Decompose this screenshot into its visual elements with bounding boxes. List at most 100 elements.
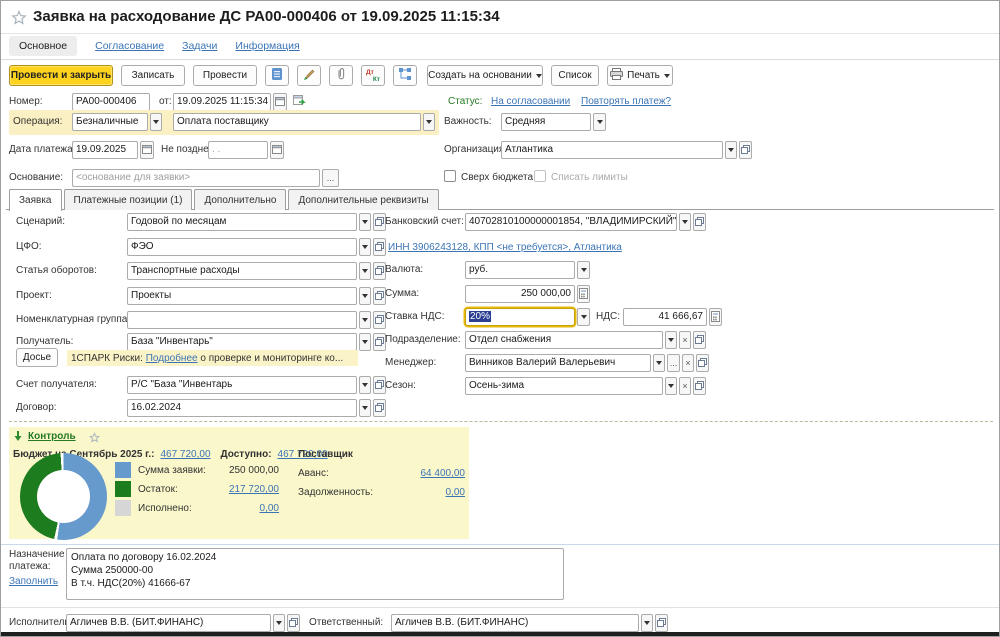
project-field[interactable]: Проекты [127, 287, 357, 305]
importance-dropdown[interactable] [593, 113, 606, 131]
manager-dropdown[interactable] [653, 354, 665, 372]
collapse-arrow-icon[interactable] [13, 430, 23, 445]
cfo-open-button[interactable] [373, 238, 386, 256]
tab-additional-attributes[interactable]: Дополнительные реквизиты [288, 189, 438, 210]
organization-field[interactable]: Атлантика [501, 141, 723, 159]
nav-tab-main[interactable]: Основное [9, 36, 77, 56]
manager-field[interactable]: Винников Валерий Валерьевич [465, 354, 651, 372]
contract-field[interactable]: 16.02.2024 [127, 399, 357, 417]
pay-date-field[interactable]: 19.09.2025 [72, 141, 138, 159]
create-based-on-button[interactable]: Создать на основании [427, 65, 543, 86]
recipient-account-field[interactable]: Р/С "База "Инвентарь [127, 376, 357, 394]
attachments-button[interactable] [329, 65, 353, 86]
department-dropdown[interactable] [665, 331, 677, 349]
bank-account-open-button[interactable] [693, 213, 706, 231]
tab-additional[interactable]: Дополнительно [194, 189, 286, 210]
vat-amount-field[interactable]: 41 666,67 [623, 308, 707, 326]
vat-calc-button[interactable] [709, 308, 722, 326]
operation-kind-dropdown[interactable] [423, 113, 435, 131]
over-budget-checkbox[interactable] [444, 170, 456, 182]
contract-open-button[interactable] [373, 399, 386, 417]
debt-value-link[interactable]: 0,00 [381, 487, 465, 498]
sign-button[interactable] [297, 65, 321, 86]
repeat-payment-link[interactable]: Повторять платеж? [581, 96, 671, 107]
legend-value-remainder-link[interactable]: 217 720,00 [181, 484, 279, 495]
basis-choose-button[interactable]: ... [322, 169, 339, 187]
amount-calc-button[interactable] [577, 285, 590, 303]
executor-field[interactable]: Агличев В.В. (БИТ.ФИНАНС) [66, 614, 271, 632]
linked-documents-button[interactable] [393, 65, 417, 86]
legend-value-executed-link[interactable]: 0,00 [181, 503, 279, 514]
season-clear-button[interactable]: × [679, 377, 691, 395]
operation-kind-field[interactable]: Оплата поставщику [173, 113, 421, 131]
department-clear-button[interactable]: × [679, 331, 691, 349]
vat-rate-dropdown[interactable] [577, 308, 590, 326]
control-section-link[interactable]: Контроль [28, 431, 76, 442]
manager-open-button[interactable] [696, 354, 709, 372]
vat-rate-field[interactable]: 20% [465, 308, 575, 326]
debit-credit-button[interactable]: Дт Кт [361, 65, 385, 86]
list-button[interactable]: Список [551, 65, 599, 86]
status-link[interactable]: На согласовании [491, 96, 570, 107]
not-later-calendar-button[interactable] [270, 141, 284, 159]
dossier-button[interactable]: Досье [16, 348, 58, 367]
advance-value-link[interactable]: 64 400,00 [381, 468, 465, 479]
recipient-dropdown[interactable] [359, 333, 371, 351]
project-dropdown[interactable] [359, 287, 371, 305]
number-field[interactable]: РА00-000406 [72, 93, 150, 111]
nav-link-info[interactable]: Информация [235, 40, 299, 52]
calendar-button[interactable] [273, 93, 287, 111]
post-and-close-button[interactable]: Провести и закрыть [9, 65, 113, 86]
datetime-field[interactable]: 19.09.2025 11:15:34 [173, 93, 271, 111]
favorite-star-icon[interactable] [11, 10, 27, 28]
operation-type-field[interactable]: Безналичные [72, 113, 148, 131]
responsible-open-button[interactable] [655, 614, 668, 632]
organization-dropdown[interactable] [725, 141, 737, 159]
manager-clear-button[interactable]: × [682, 354, 694, 372]
bank-account-field[interactable]: 40702810100000001854, "ВЛАДИМИРСКИЙ" ФБ … [465, 213, 677, 231]
responsible-field[interactable]: Агличев В.В. (БИТ.ФИНАНС) [391, 614, 639, 632]
amount-field[interactable]: 250 000,00 [465, 285, 575, 303]
scenario-dropdown[interactable] [359, 213, 371, 231]
executor-open-button[interactable] [287, 614, 300, 632]
save-button[interactable]: Записать [121, 65, 185, 86]
nomenclature-group-dropdown[interactable] [359, 311, 371, 329]
cfo-field[interactable]: ФЭО [127, 238, 357, 256]
recipient-account-dropdown[interactable] [359, 376, 371, 394]
turnover-item-dropdown[interactable] [359, 262, 371, 280]
set-current-date-button[interactable] [293, 95, 308, 111]
season-open-button[interactable] [693, 377, 706, 395]
responsible-dropdown[interactable] [641, 614, 653, 632]
purpose-textarea[interactable]: Оплата по договору 16.02.2024 Сумма 2500… [66, 548, 564, 600]
manager-choose-button[interactable]: ... [667, 354, 680, 372]
tab-request[interactable]: Заявка [9, 189, 62, 211]
nomenclature-group-field[interactable] [127, 311, 357, 329]
fill-purpose-link[interactable]: Заполнить [9, 576, 58, 587]
not-later-field[interactable]: . . [208, 141, 268, 159]
currency-field[interactable]: руб. [465, 261, 575, 279]
budget-value-link[interactable]: 467 720,00 [160, 449, 210, 460]
tab-payment-positions[interactable]: Платежные позиции (1) [64, 189, 193, 210]
basis-field[interactable]: <основание для заявки> [72, 169, 320, 187]
recipient-field[interactable]: База "Инвентарь" [127, 333, 357, 351]
organization-open-button[interactable] [739, 141, 752, 159]
currency-dropdown[interactable] [577, 261, 590, 279]
spark-more-link[interactable]: Подробнее [146, 353, 198, 364]
operation-type-dropdown[interactable] [150, 113, 162, 131]
pay-date-calendar-button[interactable] [140, 141, 154, 159]
turnover-item-field[interactable]: Транспортные расходы [127, 262, 357, 280]
nav-link-approval[interactable]: Согласование [95, 40, 164, 52]
print-button[interactable]: Печать [607, 65, 673, 86]
department-open-button[interactable] [693, 331, 706, 349]
inn-kpp-link[interactable]: ИНН 3906243128, КПП <не требуется>, Атла… [388, 242, 622, 253]
executor-dropdown[interactable] [273, 614, 285, 632]
season-field[interactable]: Осень-зима [465, 377, 663, 395]
control-star-icon[interactable] [89, 432, 100, 446]
importance-field[interactable]: Средняя [501, 113, 591, 131]
department-field[interactable]: Отдел снабжения [465, 331, 663, 349]
season-dropdown[interactable] [665, 377, 677, 395]
scenario-field[interactable]: Годовой по месяцам [127, 213, 357, 231]
post-button[interactable]: Провести [193, 65, 257, 86]
cfo-dropdown[interactable] [359, 238, 371, 256]
document-register-button[interactable] [265, 65, 289, 86]
